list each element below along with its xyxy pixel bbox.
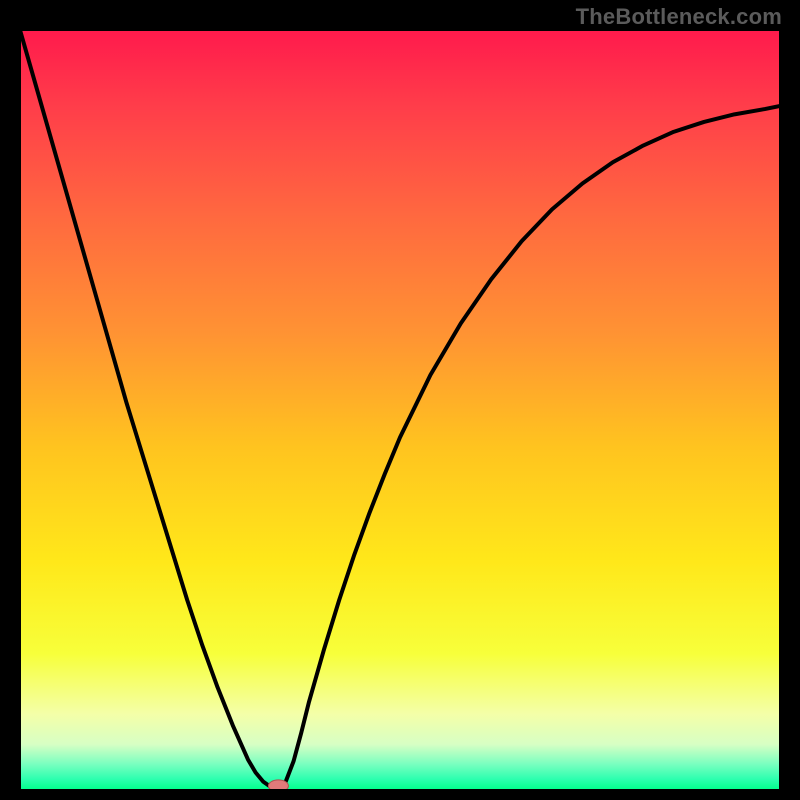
optimal-point-marker [268,780,288,790]
stage: TheBottleneck.com [0,0,800,800]
chart-area [20,30,780,790]
chart-background [20,30,780,790]
watermark-text: TheBottleneck.com [576,4,782,30]
bottleneck-chart [20,30,780,790]
